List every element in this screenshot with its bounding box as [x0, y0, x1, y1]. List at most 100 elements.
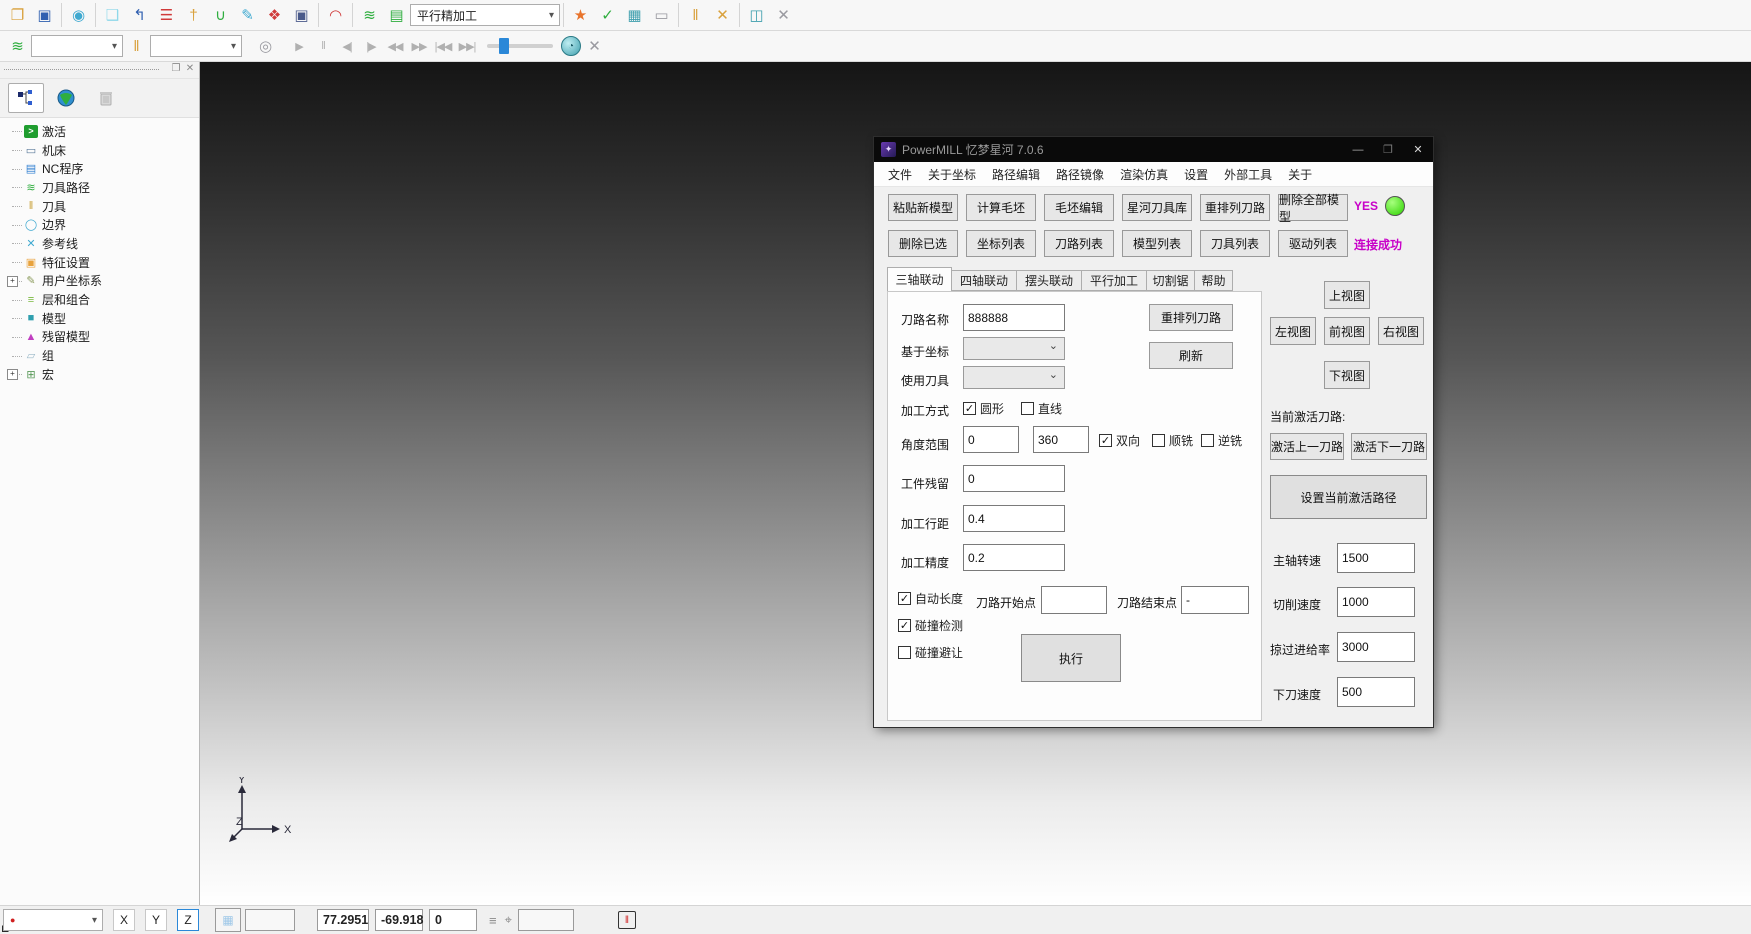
mode-line-option[interactable]: 直线 [1021, 400, 1062, 417]
tool-icon[interactable]: † [180, 1, 207, 29]
tool-library-button[interactable]: 星河刀具库 [1122, 194, 1192, 221]
ruler-icon[interactable]: ▭ [648, 1, 675, 29]
delete-models-button[interactable]: 删除全部模型 [1278, 194, 1348, 221]
circle-checkbox[interactable] [963, 402, 976, 415]
activate-next-button[interactable]: 激活下一刀路 [1351, 433, 1427, 460]
snap-field[interactable] [245, 909, 295, 931]
edit-block-button[interactable]: 毛坯编辑 [1044, 194, 1114, 221]
sidebar-item-groups[interactable]: ▱ 组 [6, 346, 199, 365]
menu-about[interactable]: 关于 [1280, 162, 1320, 186]
tool-block-icon[interactable]: ▣ [288, 1, 315, 29]
speed-slider[interactable] [487, 44, 553, 48]
coord-select[interactable] [963, 337, 1065, 360]
probe-icon[interactable]: ⌖ [505, 912, 512, 928]
menu-path-edit[interactable]: 路径编辑 [984, 162, 1048, 186]
coord-y-field[interactable]: -69.918 [375, 909, 423, 931]
tab-parallel[interactable]: 平行加工 [1082, 270, 1147, 291]
view-front-button[interactable]: 前视图 [1324, 317, 1370, 345]
view-right-button[interactable]: 右视图 [1378, 317, 1424, 345]
collision-avoid-option[interactable]: 碰撞避让 [898, 644, 963, 661]
calc-block-button[interactable]: 计算毛坯 [966, 194, 1036, 221]
axis-y-button[interactable]: Y [145, 909, 167, 931]
refresh-button[interactable]: 刷新 [1149, 342, 1233, 369]
sidebar-item-activate[interactable]: > 激活 [6, 122, 199, 141]
save-icon[interactable]: ▣ [31, 1, 58, 29]
tolerance-input[interactable] [963, 544, 1065, 571]
strategy-list-icon[interactable]: ▤ [383, 1, 410, 29]
angle-to-input[interactable] [1033, 426, 1089, 453]
view-left-button[interactable]: 左视图 [1270, 317, 1316, 345]
menu-settings[interactable]: 设置 [1176, 162, 1216, 186]
reorder-button[interactable]: 重排列刀路 [1149, 304, 1233, 331]
collision-detect-option[interactable]: 碰撞检测 [898, 617, 963, 634]
tab-explorer-tree[interactable] [8, 83, 44, 113]
menu-ext-tools[interactable]: 外部工具 [1216, 162, 1280, 186]
sidebar-item-models[interactable]: ■ 模型 [6, 309, 199, 328]
toolbar-close-icon[interactable]: ✕ [770, 1, 797, 29]
end-point-input[interactable] [1181, 586, 1249, 614]
stock-input[interactable] [963, 465, 1065, 492]
tab-4axis[interactable]: 四轴联动 [952, 270, 1017, 291]
fast-forward-button[interactable]: ▶▶ [407, 34, 431, 58]
minimize-icon[interactable]: — [1343, 137, 1373, 162]
strategy-icon[interactable]: ↰ [126, 1, 153, 29]
skim-feed-input[interactable] [1337, 632, 1415, 662]
sidebar-item-boundaries[interactable]: ◯ 边界 [6, 215, 199, 234]
drive-list-button[interactable]: 驱动列表 [1278, 230, 1348, 257]
tab-help[interactable]: 帮助 [1195, 270, 1233, 291]
sidebar-item-workplanes[interactable]: + ✎ 用户坐标系 [6, 272, 199, 291]
angle-from-input[interactable] [963, 426, 1019, 453]
coord-x-field[interactable]: 77.2951 [317, 909, 369, 931]
shading-icon[interactable]: ◉ [65, 1, 92, 29]
toolpath-icon[interactable]: ≋ [356, 1, 383, 29]
tool-list-button[interactable]: 刀具列表 [1200, 230, 1270, 257]
xyz-list-icon[interactable]: ≡ [489, 913, 497, 928]
clock-icon[interactable]: ◔ [561, 36, 581, 56]
start-point-input[interactable] [1041, 586, 1107, 614]
menu-file[interactable]: 文件 [880, 162, 920, 186]
climb-option[interactable]: 顺铣 [1152, 432, 1193, 449]
coord-list-button[interactable]: 坐标列表 [966, 230, 1036, 257]
tab-saw[interactable]: 切割锯 [1147, 270, 1195, 291]
sidebar-item-macros[interactable]: + ⊞ 宏 [6, 365, 199, 384]
sidebar-item-tools[interactable]: ‖ 刀具 [6, 197, 199, 216]
collision-detect-checkbox[interactable] [898, 619, 911, 632]
panel-restore-icon[interactable]: ❐ [169, 63, 183, 74]
tool-select[interactable] [963, 366, 1065, 389]
strategy-dropdown[interactable]: 平行精加工 [410, 4, 560, 26]
sidebar-item-levels-sets[interactable]: ≡ 层和组合 [6, 290, 199, 309]
go-start-button[interactable]: |◀◀ [431, 34, 455, 58]
points-icon[interactable]: ❖ [261, 1, 288, 29]
path-list-button[interactable]: 刀路列表 [1044, 230, 1114, 257]
mode-circle-option[interactable]: 圆形 [963, 400, 1004, 417]
sim-toolpath-dropdown[interactable] [31, 35, 123, 57]
sidebar-item-machine[interactable]: ▭ 机床 [6, 141, 199, 160]
tolerance-field[interactable] [518, 909, 574, 931]
climb-checkbox[interactable] [1152, 434, 1165, 447]
plunge-feed-input[interactable] [1337, 677, 1415, 707]
verify-icon[interactable]: ✓ [594, 1, 621, 29]
set-active-path-button[interactable]: 设置当前激活路径 [1270, 475, 1427, 519]
view-bottom-button[interactable]: 下视图 [1324, 361, 1370, 389]
tab-explorer-recycle[interactable] [88, 83, 124, 113]
speed-slider-handle[interactable] [499, 38, 509, 54]
calculator-icon[interactable]: ▦ [621, 1, 648, 29]
menu-coords[interactable]: 关于坐标 [920, 162, 984, 186]
conventional-checkbox[interactable] [1201, 434, 1214, 447]
bidirectional-option[interactable]: 双向 [1099, 432, 1140, 449]
boundary-icon[interactable]: ∪ [207, 1, 234, 29]
cylinders-icon[interactable]: ◫ [743, 1, 770, 29]
levels-icon[interactable]: ☰ [153, 1, 180, 29]
panel-dock-bar[interactable]: ❐ ✕ [0, 62, 199, 79]
sim-tool-dropdown[interactable] [150, 35, 242, 57]
view-top-button[interactable]: 上视图 [1324, 281, 1370, 309]
pattern-icon[interactable]: ✎ [234, 1, 261, 29]
open-file-icon[interactable]: ❐ [4, 1, 31, 29]
errors-dropdown[interactable]: ● [3, 909, 103, 931]
conventional-option[interactable]: 逆铣 [1201, 432, 1242, 449]
spindle-speed-input[interactable] [1337, 543, 1415, 573]
tab-explorer-views[interactable] [48, 83, 84, 113]
step-back-button[interactable]: ◀| [335, 34, 359, 58]
sim-toolbar-close-icon[interactable]: ✕ [581, 32, 608, 60]
coord-z-field[interactable]: 0 [429, 909, 477, 931]
